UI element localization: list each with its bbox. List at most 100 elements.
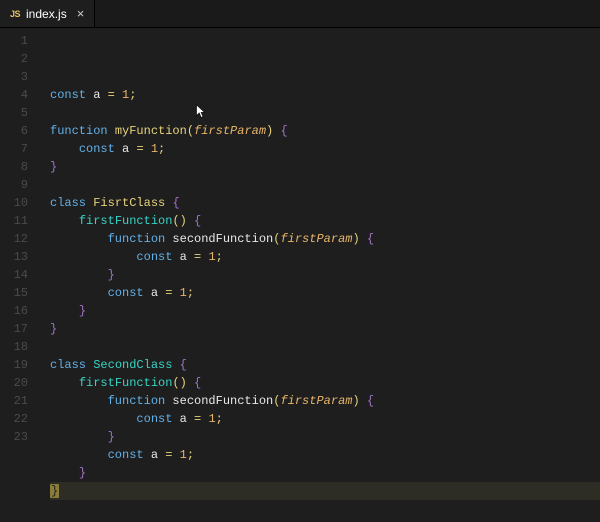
code-line[interactable]: } [50,428,600,446]
token: = [165,448,179,462]
code-line[interactable]: const a = 1; [50,248,600,266]
code-line[interactable]: } [50,158,600,176]
code-line[interactable]: const a = 1; [50,410,600,428]
line-number: 6 [0,122,28,140]
code-line[interactable]: function myFunction(firstParam) { [50,122,600,140]
token: ; [187,448,194,462]
token [50,286,108,300]
token [50,232,108,246]
token: const [136,250,179,264]
token: } [108,268,115,282]
token [50,142,79,156]
token: { [194,376,201,390]
code-line[interactable]: function secondFunction(firstParam) { [50,392,600,410]
token: } [50,160,57,174]
token: 1 [208,250,215,264]
code-line[interactable]: function secondFunction(firstParam) { [50,230,600,248]
code-line[interactable]: firstFunction() { [50,212,600,230]
token: const [79,142,122,156]
code-line[interactable]: } [50,302,600,320]
token [50,214,79,228]
token: ) [352,232,366,246]
token: { [367,394,374,408]
token [50,376,79,390]
token: const [136,412,179,426]
token: secondFunction [172,394,273,408]
token: 1 [151,142,158,156]
code-line[interactable]: firstFunction() { [50,374,600,392]
line-number: 5 [0,104,28,122]
token: { [280,124,287,138]
token: ; [158,142,165,156]
code-line[interactable]: const a = 1; [50,284,600,302]
line-number: 4 [0,86,28,104]
token: = [165,286,179,300]
close-icon[interactable]: × [77,7,85,20]
token: { [172,196,179,210]
code-line[interactable]: const a = 1; [50,86,600,104]
code-line[interactable]: class SecondClass { [50,356,600,374]
line-number: 17 [0,320,28,338]
token: } [108,430,115,444]
code-line[interactable]: const a = 1; [50,446,600,464]
token [50,466,79,480]
line-number: 15 [0,284,28,302]
token: 1 [180,448,187,462]
token: ; [187,286,194,300]
code-line[interactable]: } [50,482,600,500]
token: } [79,304,86,318]
token: ; [216,250,223,264]
tab-filename: index.js [26,7,67,21]
token: = [194,412,208,426]
token [50,250,136,264]
line-number: 14 [0,266,28,284]
line-number: 12 [0,230,28,248]
editor[interactable]: 1234567891011121314151617181920212223 co… [0,28,600,522]
token: a [180,412,194,426]
line-number: 3 [0,68,28,86]
code-line[interactable] [50,104,600,122]
token: a [93,88,107,102]
token: 1 [208,412,215,426]
code-line[interactable]: const a = 1; [50,140,600,158]
token [50,448,108,462]
line-number: 1 [0,32,28,50]
code-area[interactable]: const a = 1;function myFunction(firstPar… [36,28,600,522]
line-number: 16 [0,302,28,320]
token: ; [216,412,223,426]
token [50,304,79,318]
token: const [108,448,151,462]
token: function [108,232,173,246]
token: ) [266,124,280,138]
line-number: 18 [0,338,28,356]
code-line[interactable] [50,338,600,356]
token: const [108,286,151,300]
token: firstParam [280,394,352,408]
code-line[interactable]: } [50,464,600,482]
code-line[interactable]: } [50,266,600,284]
token [50,394,108,408]
token: firstFunction [79,214,173,228]
token: SecondClass [93,358,179,372]
code-line[interactable] [50,176,600,194]
line-number-gutter: 1234567891011121314151617181920212223 [0,28,36,522]
line-number: 13 [0,248,28,266]
line-number: 9 [0,176,28,194]
line-number: 22 [0,410,28,428]
token: } [50,322,57,336]
code-line[interactable]: } [50,320,600,338]
token: firstParam [280,232,352,246]
line-number: 21 [0,392,28,410]
token: function [50,124,115,138]
token: a [151,448,165,462]
line-number: 2 [0,50,28,68]
token [50,268,108,282]
code-line[interactable]: class FisrtClass { [50,194,600,212]
token: class [50,196,93,210]
line-number: 8 [0,158,28,176]
token: 1 [180,286,187,300]
mouse-cursor-icon [152,86,207,144]
tab-indexjs[interactable]: JS index.js × [0,0,95,27]
token: a [180,250,194,264]
javascript-icon: JS [10,9,20,19]
